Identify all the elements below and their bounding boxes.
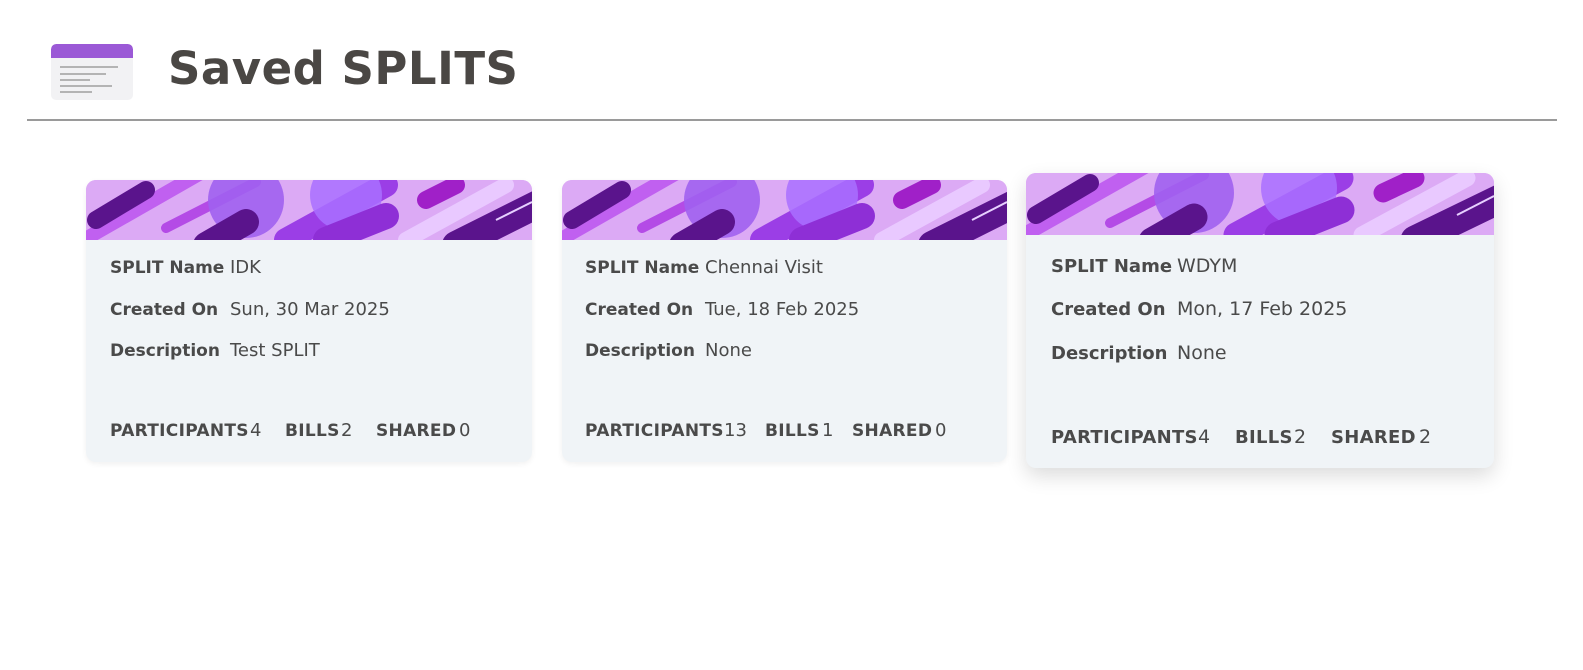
bills-count: 2 bbox=[1294, 426, 1307, 448]
card-banner bbox=[562, 180, 1007, 240]
created-on-value: Tue, 18 Feb 2025 bbox=[705, 299, 860, 320]
split-name-value: IDK bbox=[230, 257, 261, 278]
created-on-label: Created On bbox=[110, 300, 219, 320]
created-on-value: Mon, 17 Feb 2025 bbox=[1177, 298, 1348, 320]
description-value: Test SPLIT bbox=[230, 340, 320, 361]
participants-label: PARTICIPANTS bbox=[110, 421, 249, 441]
shared-label: SHARED bbox=[1331, 427, 1416, 448]
participants-count: 4 bbox=[250, 420, 262, 441]
split-name-label: SPLIT Name bbox=[1051, 256, 1173, 277]
card-banner bbox=[86, 180, 532, 240]
created-on-value: Sun, 30 Mar 2025 bbox=[230, 299, 390, 320]
description-value: None bbox=[705, 340, 752, 361]
shared-count: 0 bbox=[935, 420, 947, 441]
shared-count: 0 bbox=[459, 420, 471, 441]
split-card[interactable]: SPLIT Name WDYM Created On Mon, 17 Feb 2… bbox=[1026, 173, 1494, 468]
bills-label: BILLS bbox=[765, 421, 820, 441]
description-label: Description bbox=[110, 341, 220, 361]
bills-count: 2 bbox=[341, 420, 353, 441]
participants-label: PARTICIPANTS bbox=[1051, 427, 1198, 448]
split-card[interactable]: SPLIT Name Chennai Visit Created On Tue,… bbox=[562, 180, 1007, 462]
bills-label: BILLS bbox=[1235, 427, 1293, 448]
shared-label: SHARED bbox=[852, 421, 933, 441]
split-card[interactable]: SPLIT Name IDK Created On Sun, 30 Mar 20… bbox=[86, 180, 532, 462]
participants-count: 4 bbox=[1198, 426, 1211, 448]
split-cards: SPLIT Name IDK Created On Sun, 30 Mar 20… bbox=[0, 0, 1583, 670]
split-name-value: Chennai Visit bbox=[705, 257, 823, 278]
description-value: None bbox=[1177, 342, 1227, 364]
split-name-value: WDYM bbox=[1177, 255, 1238, 277]
participants-label: PARTICIPANTS bbox=[585, 421, 724, 441]
created-on-label: Created On bbox=[585, 300, 694, 320]
participants-count: 13 bbox=[724, 420, 747, 441]
description-label: Description bbox=[585, 341, 695, 361]
split-name-label: SPLIT Name bbox=[585, 258, 700, 278]
shared-label: SHARED bbox=[376, 421, 457, 441]
bills-label: BILLS bbox=[285, 421, 340, 441]
shared-count: 2 bbox=[1419, 426, 1432, 448]
card-banner bbox=[1026, 173, 1494, 235]
bills-count: 1 bbox=[822, 420, 834, 441]
description-label: Description bbox=[1051, 343, 1168, 364]
split-name-label: SPLIT Name bbox=[110, 258, 225, 278]
created-on-label: Created On bbox=[1051, 299, 1166, 320]
